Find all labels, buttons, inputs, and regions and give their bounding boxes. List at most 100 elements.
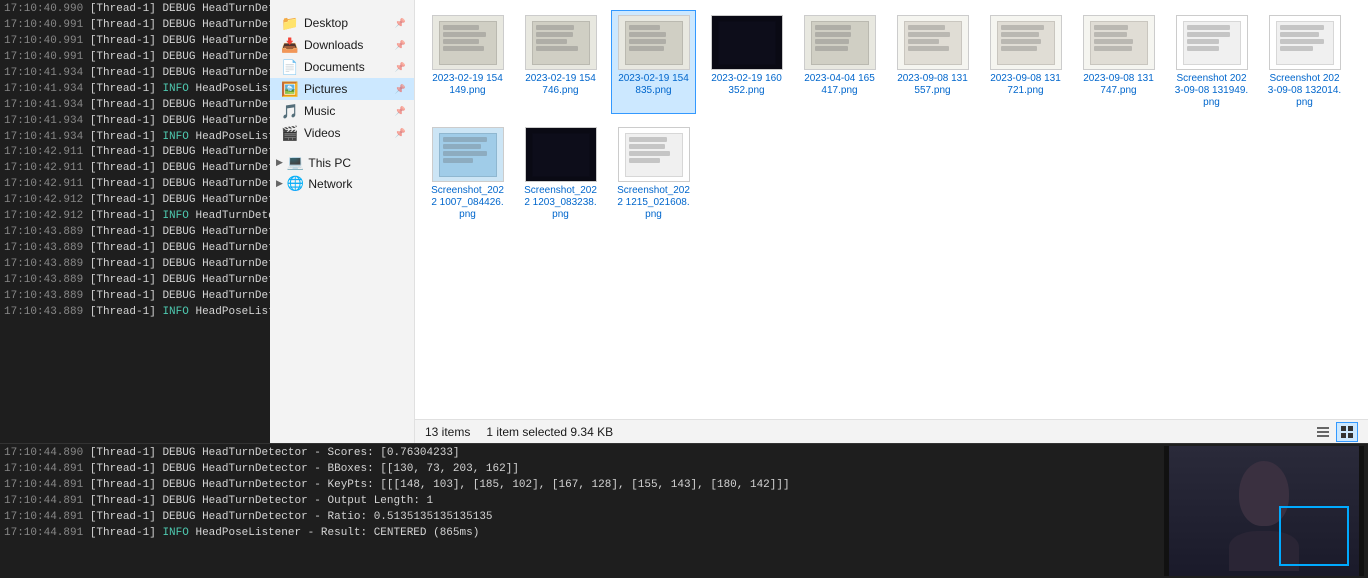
items-count: 13 items — [425, 425, 470, 439]
sidebar-group-network[interactable]: ▶ 🌐 Network — [270, 173, 414, 194]
file-name: 2023-09-08 131557.png — [895, 73, 970, 97]
log-line: 17:10:42.912 [Thread-1] DEBUG HeadTurnDe… — [4, 193, 266, 209]
log-line: 17:10:41.934 [Thread-1] DEBUG HeadTurnDe… — [4, 98, 266, 114]
camera-feed — [1169, 446, 1359, 576]
sidebar-item-music[interactable]: 🎵 Music 📌 — [270, 100, 414, 122]
terminal: 17:10:44.890 [Thread-1] DEBUG HeadTurnDe… — [0, 443, 1368, 578]
chevron-this-pc: ▶ — [276, 157, 283, 168]
log-line: 17:10:43.889 [Thread-1] DEBUG HeadTurnDe… — [4, 241, 266, 257]
folder-music-icon: 🎵 — [282, 103, 298, 119]
terminal-line: 17:10:44.891 [Thread-1] DEBUG HeadTurnDe… — [4, 510, 1164, 526]
file-name: 2023-02-19 154149.png — [430, 73, 505, 97]
log-line: 17:10:41.934 [Thread-1] DEBUG HeadTurnDe… — [4, 114, 266, 130]
file-item[interactable]: 2023-09-08 131721.png — [983, 10, 1068, 114]
log-line: 17:10:42.911 [Thread-1] DEBUG HeadTurnDe… — [4, 145, 266, 161]
file-name: Screenshot 2023-09-08 132014.png — [1267, 73, 1342, 109]
file-thumbnail — [1083, 15, 1155, 70]
file-item[interactable]: Screenshot 2023-09-08 132014.png — [1262, 10, 1347, 114]
status-bar: 13 items 1 item selected 9.34 KB — [415, 419, 1368, 443]
sidebar-label-this-pc: This PC — [308, 156, 351, 170]
log-line: 17:10:41.934 [Thread-1] INFO HeadPoseLis… — [4, 82, 266, 98]
sidebar-label-network: Network — [308, 177, 352, 191]
sidebar-label-pictures: Pictures — [304, 82, 347, 96]
terminal-line: 17:10:44.890 [Thread-1] DEBUG HeadTurnDe… — [4, 446, 1164, 462]
terminal-line: 17:10:44.891 [Thread-1] INFO HeadPoseLis… — [4, 526, 1164, 542]
view-icons — [1312, 422, 1358, 442]
file-item[interactable]: Screenshot_2022 1203_083238.png — [518, 122, 603, 226]
terminal-camera — [1164, 446, 1364, 576]
folder-videos-icon: 🎬 — [282, 125, 298, 141]
sidebar-item-documents[interactable]: 📄 Documents 📌 — [270, 56, 414, 78]
log-line: 17:10:43.889 [Thread-1] INFO HeadPoseLis… — [4, 305, 266, 321]
log-line: 17:10:40.991 [Thread-1] DEBUG HeadTurnDe… — [4, 50, 266, 66]
terminal-line: 17:10:44.891 [Thread-1] DEBUG HeadTurnDe… — [4, 478, 1164, 494]
pin-icon-videos: 📌 — [395, 128, 406, 139]
log-line: 17:10:41.934 [Thread-1] INFO HeadPoseLis… — [4, 130, 266, 146]
file-thumbnail — [897, 15, 969, 70]
computer-icon: 💻 — [287, 154, 304, 171]
file-name: 2023-02-19 154746.png — [523, 73, 598, 97]
file-thumbnail — [618, 127, 690, 182]
sidebar-item-videos[interactable]: 🎬 Videos 📌 — [270, 122, 414, 144]
file-name: Screenshot_2022 1203_083238.png — [523, 185, 598, 221]
folder-downloads-icon: 📥 — [282, 37, 298, 53]
file-explorer: 📁 Desktop 📌 📥 Downloads 📌 📄 Documents 📌 — [270, 0, 1368, 443]
file-thumbnail — [525, 15, 597, 70]
file-item[interactable]: 2023-02-19 154835.png — [611, 10, 696, 114]
file-item[interactable]: 2023-09-08 131557.png — [890, 10, 975, 114]
file-item[interactable]: 2023-02-19 154746.png — [518, 10, 603, 114]
sidebar: 📁 Desktop 📌 📥 Downloads 📌 📄 Documents 📌 — [270, 0, 415, 443]
file-name: Screenshot 2023-09-08 131949.png — [1174, 73, 1249, 109]
log-line: 17:10:40.991 [Thread-1] DEBUG HeadTurnDe… — [4, 18, 266, 34]
file-thumbnail — [432, 127, 504, 182]
pin-icon-documents: 📌 — [395, 62, 406, 73]
sidebar-label-desktop: Desktop — [304, 16, 348, 30]
log-line: 17:10:40.991 [Thread-1] DEBUG HeadTurnDe… — [4, 34, 266, 50]
file-item[interactable]: 2023-02-19 154149.png — [425, 10, 510, 114]
file-thumbnail — [711, 15, 783, 70]
sidebar-item-pictures[interactable]: 🖼️ Pictures 📌 — [270, 78, 414, 100]
log-line: 17:10:40.990 [Thread-1] DEBUG HeadTurnDe… — [4, 2, 266, 18]
list-view-button[interactable] — [1312, 422, 1334, 442]
file-item[interactable]: Screenshot_2022 1215_021608.png — [611, 122, 696, 226]
file-thumbnail — [1269, 15, 1341, 70]
sidebar-label-downloads: Downloads — [304, 38, 363, 52]
file-thumbnail — [525, 127, 597, 182]
log-line: 17:10:42.911 [Thread-1] DEBUG HeadTurnDe… — [4, 161, 266, 177]
pin-icon-downloads: 📌 — [395, 40, 406, 51]
terminal-log: 17:10:44.890 [Thread-1] DEBUG HeadTurnDe… — [4, 446, 1164, 576]
file-item[interactable]: 2023-02-19 160352.png — [704, 10, 789, 114]
file-name: 2023-09-08 131721.png — [988, 73, 1063, 97]
pin-icon-pictures: 📌 — [395, 84, 406, 95]
file-name: 2023-02-19 154835.png — [616, 73, 691, 97]
file-thumbnail — [990, 15, 1062, 70]
file-name: 2023-02-19 160352.png — [709, 73, 784, 97]
chevron-network: ▶ — [276, 178, 283, 189]
log-panel: 17:10:40.990 [Thread-1] DEBUG HeadTurnDe… — [0, 0, 270, 443]
sidebar-item-downloads[interactable]: 📥 Downloads 📌 — [270, 34, 414, 56]
file-thumbnail — [804, 15, 876, 70]
sidebar-item-desktop[interactable]: 📁 Desktop 📌 — [270, 12, 414, 34]
log-line: 17:10:43.889 [Thread-1] DEBUG HeadTurnDe… — [4, 289, 266, 305]
file-item[interactable]: 2023-04-04 165417.png — [797, 10, 882, 114]
pin-icon: 📌 — [395, 18, 406, 29]
file-item[interactable]: Screenshot 2023-09-08 131949.png — [1169, 10, 1254, 114]
file-name: 2023-09-08 131747.png — [1081, 73, 1156, 97]
sidebar-label-documents: Documents — [304, 60, 365, 74]
quick-access-section: 📁 Desktop 📌 📥 Downloads 📌 📄 Documents 📌 — [270, 12, 414, 144]
file-name: Screenshot_2022 1007_084426.png — [430, 185, 505, 221]
file-name: 2023-04-04 165417.png — [802, 73, 877, 97]
face-detection-rect — [1279, 506, 1349, 566]
file-item[interactable]: Screenshot_2022 1007_084426.png — [425, 122, 510, 226]
log-line: 17:10:43.889 [Thread-1] DEBUG HeadTurnDe… — [4, 273, 266, 289]
log-line: 17:10:42.911 [Thread-1] DEBUG HeadTurnDe… — [4, 177, 266, 193]
pin-icon-music: 📌 — [395, 106, 406, 117]
folder-pictures-icon: 🖼️ — [282, 81, 298, 97]
sidebar-group-this-pc[interactable]: ▶ 💻 This PC — [270, 152, 414, 173]
log-line: 17:10:43.889 [Thread-1] DEBUG HeadTurnDe… — [4, 225, 266, 241]
sidebar-label-music: Music — [304, 104, 335, 118]
file-item[interactable]: 2023-09-08 131747.png — [1076, 10, 1161, 114]
network-icon: 🌐 — [287, 175, 304, 192]
terminal-line: 17:10:44.891 [Thread-1] DEBUG HeadTurnDe… — [4, 462, 1164, 478]
grid-view-button[interactable] — [1336, 422, 1358, 442]
